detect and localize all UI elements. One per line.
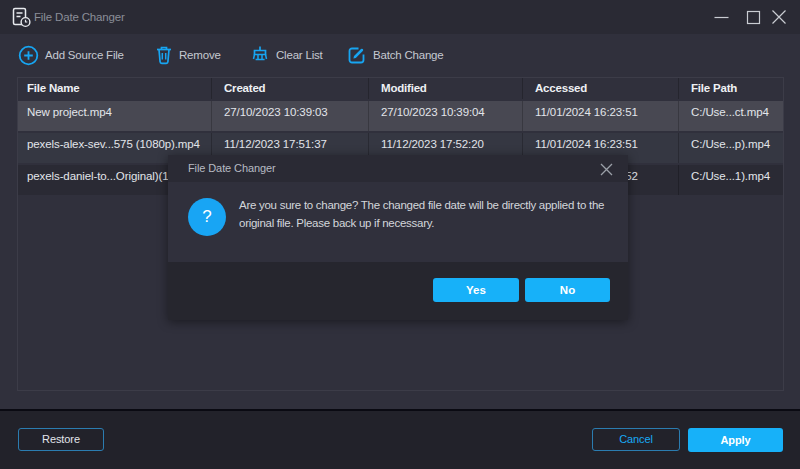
clear-list-button[interactable]: Clear List — [250, 43, 323, 67]
confirm-dialog: File Date Changer ? Are you sure to chan… — [168, 155, 628, 320]
cell-created: 27/10/2023 10:39:03 — [212, 101, 369, 131]
trash-icon — [155, 45, 173, 65]
dialog-title: File Date Changer — [188, 155, 276, 182]
batch-change-button[interactable]: Batch Change — [347, 43, 444, 67]
col-modified[interactable]: Modified — [369, 78, 523, 99]
cell-file-name: New project.mp4 — [18, 101, 212, 131]
cell-accessed: 11/01/2024 16:23:51 — [523, 101, 679, 131]
batch-change-label: Batch Change — [373, 49, 444, 61]
question-icon: ? — [188, 198, 226, 236]
col-created[interactable]: Created — [212, 78, 369, 99]
dialog-header: File Date Changer — [168, 155, 628, 182]
yes-button[interactable]: Yes — [433, 278, 519, 302]
minimize-button[interactable] — [706, 0, 736, 34]
dialog-message: Are you sure to change? The changed file… — [239, 196, 604, 232]
maximize-icon — [746, 10, 761, 25]
add-icon — [18, 45, 39, 66]
close-icon — [771, 9, 787, 25]
app-icon — [10, 6, 32, 28]
add-source-file-button[interactable]: Add Source File — [18, 43, 124, 67]
apply-button[interactable]: Apply — [688, 428, 783, 452]
cell-modified: 27/10/2023 10:39:04 — [369, 101, 523, 131]
restore-button[interactable]: Restore — [18, 428, 104, 451]
bottom-bar — [0, 409, 800, 469]
cell-file-path: C:/Use...ct.mp4 — [679, 101, 782, 131]
cell-file-path: C:/Use...p).mp4 — [679, 133, 782, 163]
col-accessed[interactable]: Accessed — [523, 78, 679, 99]
no-button[interactable]: No — [525, 278, 610, 302]
cell-file-path: C:/Use...1).mp4 — [679, 165, 782, 195]
minimize-icon — [714, 10, 729, 25]
table-header: File Name Created Modified Accessed File… — [18, 78, 783, 99]
remove-label: Remove — [179, 49, 221, 61]
brush-icon — [250, 45, 270, 65]
remove-button[interactable]: Remove — [155, 43, 221, 67]
dialog-footer: Yes No — [168, 262, 628, 320]
dialog-message-line2: original file. Please back up if necessa… — [239, 214, 434, 232]
cancel-button[interactable]: Cancel — [592, 428, 680, 451]
title-bar: File Date Changer — [0, 0, 800, 34]
close-button[interactable] — [764, 0, 794, 34]
col-file-name[interactable]: File Name — [18, 78, 212, 99]
dialog-message-line1: Are you sure to change? The changed file… — [239, 196, 604, 214]
dialog-close-icon[interactable] — [597, 160, 615, 178]
clear-list-label: Clear List — [276, 49, 323, 61]
edit-icon — [347, 45, 367, 65]
table-row[interactable]: New project.mp4 27/10/2023 10:39:03 27/1… — [18, 101, 783, 131]
add-source-file-label: Add Source File — [45, 49, 124, 61]
window-title: File Date Changer — [34, 0, 125, 34]
col-file-path[interactable]: File Path — [679, 78, 782, 99]
